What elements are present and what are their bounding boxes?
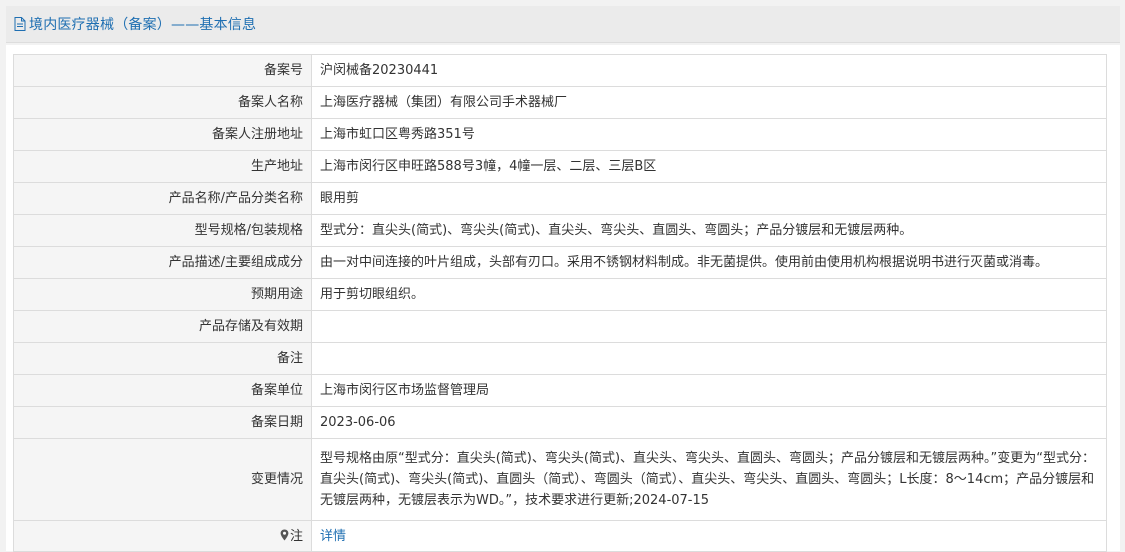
document-icon [14, 17, 26, 31]
row-value: 上海市闵行区市场监督管理局 [311, 374, 1107, 407]
row-value: 2023-06-06 [311, 406, 1107, 439]
table-row: 变更情况 型号规格由原“型式分：直尖头(简式)、弯尖头(简式)、直尖头、弯尖头、… [13, 438, 1107, 521]
table-row: 备案日期 2023-06-06 [13, 406, 1107, 439]
table-row: 产品描述/主要组成成分 由一对中间连接的叶片组成，头部有刃口。采用不锈钢材料制成… [13, 246, 1107, 279]
row-label: 产品名称/产品分类名称 [13, 182, 312, 215]
table-row: 预期用途 用于剪切眼组织。 [13, 278, 1107, 311]
row-label: 产品存储及有效期 [13, 310, 312, 343]
table-row: 备注 [13, 342, 1107, 375]
row-value: 上海医疗器械（集团）有限公司手术器械厂 [311, 86, 1107, 119]
row-label: 备案日期 [13, 406, 312, 439]
note-value: 详情 [311, 520, 1107, 552]
row-label: 型号规格/包装规格 [13, 214, 312, 247]
note-label: 注 [289, 528, 303, 544]
table-row: 产品存储及有效期 [13, 310, 1107, 343]
row-value: 上海市虹口区粤秀路351号 [311, 118, 1107, 151]
page-title: 境内医疗器械（备案）——基本信息 [29, 17, 257, 33]
row-value [311, 342, 1107, 375]
note-row: 注 详情 [13, 520, 1107, 552]
table-row: 产品名称/产品分类名称 眼用剪 [13, 182, 1107, 215]
row-label: 备注 [13, 342, 312, 375]
row-value: 沪闵械备20230441 [311, 54, 1107, 87]
note-label-cell: 注 [13, 520, 312, 552]
table-row: 备案号 沪闵械备20230441 [13, 54, 1107, 87]
map-pin-icon [280, 527, 289, 540]
details-link[interactable]: 详情 [320, 529, 346, 544]
row-label: 预期用途 [13, 278, 312, 311]
row-value: 眼用剪 [311, 182, 1107, 215]
row-value: 型式分：直尖头(简式)、弯尖头(简式)、直尖头、弯尖头、直圆头、弯圆头；产品分镀… [311, 214, 1107, 247]
row-value: 上海市闵行区申旺路588号3幢，4幢一层、二层、三层B区 [311, 150, 1107, 183]
row-label: 备案单位 [13, 374, 312, 407]
info-panel: 备案号 沪闵械备20230441 备案人名称 上海医疗器械（集团）有限公司手术器… [6, 45, 1120, 552]
row-label: 备案人名称 [13, 86, 312, 119]
row-value: 型号规格由原“型式分：直尖头(简式)、弯尖头(简式)、直尖头、弯尖头、直圆头、弯… [311, 438, 1107, 521]
row-label: 备案号 [13, 54, 312, 87]
table-row: 备案人名称 上海医疗器械（集团）有限公司手术器械厂 [13, 86, 1107, 119]
row-label: 生产地址 [13, 150, 312, 183]
table-row: 备案人注册地址 上海市虹口区粤秀路351号 [13, 118, 1107, 151]
table-row: 型号规格/包装规格 型式分：直尖头(简式)、弯尖头(简式)、直尖头、弯尖头、直圆… [13, 214, 1107, 247]
page-header: 境内医疗器械（备案）——基本信息 [6, 6, 1120, 43]
table-row: 备案单位 上海市闵行区市场监督管理局 [13, 374, 1107, 407]
row-value: 用于剪切眼组织。 [311, 278, 1107, 311]
row-value [311, 310, 1107, 343]
row-label: 备案人注册地址 [13, 118, 312, 151]
row-label: 产品描述/主要组成成分 [13, 246, 312, 279]
row-label: 变更情况 [13, 438, 312, 521]
row-value: 由一对中间连接的叶片组成，头部有刃口。采用不锈钢材料制成。非无菌提供。使用前由使… [311, 246, 1107, 279]
info-table: 备案号 沪闵械备20230441 备案人名称 上海医疗器械（集团）有限公司手术器… [13, 54, 1107, 552]
table-row: 生产地址 上海市闵行区申旺路588号3幢，4幢一层、二层、三层B区 [13, 150, 1107, 183]
